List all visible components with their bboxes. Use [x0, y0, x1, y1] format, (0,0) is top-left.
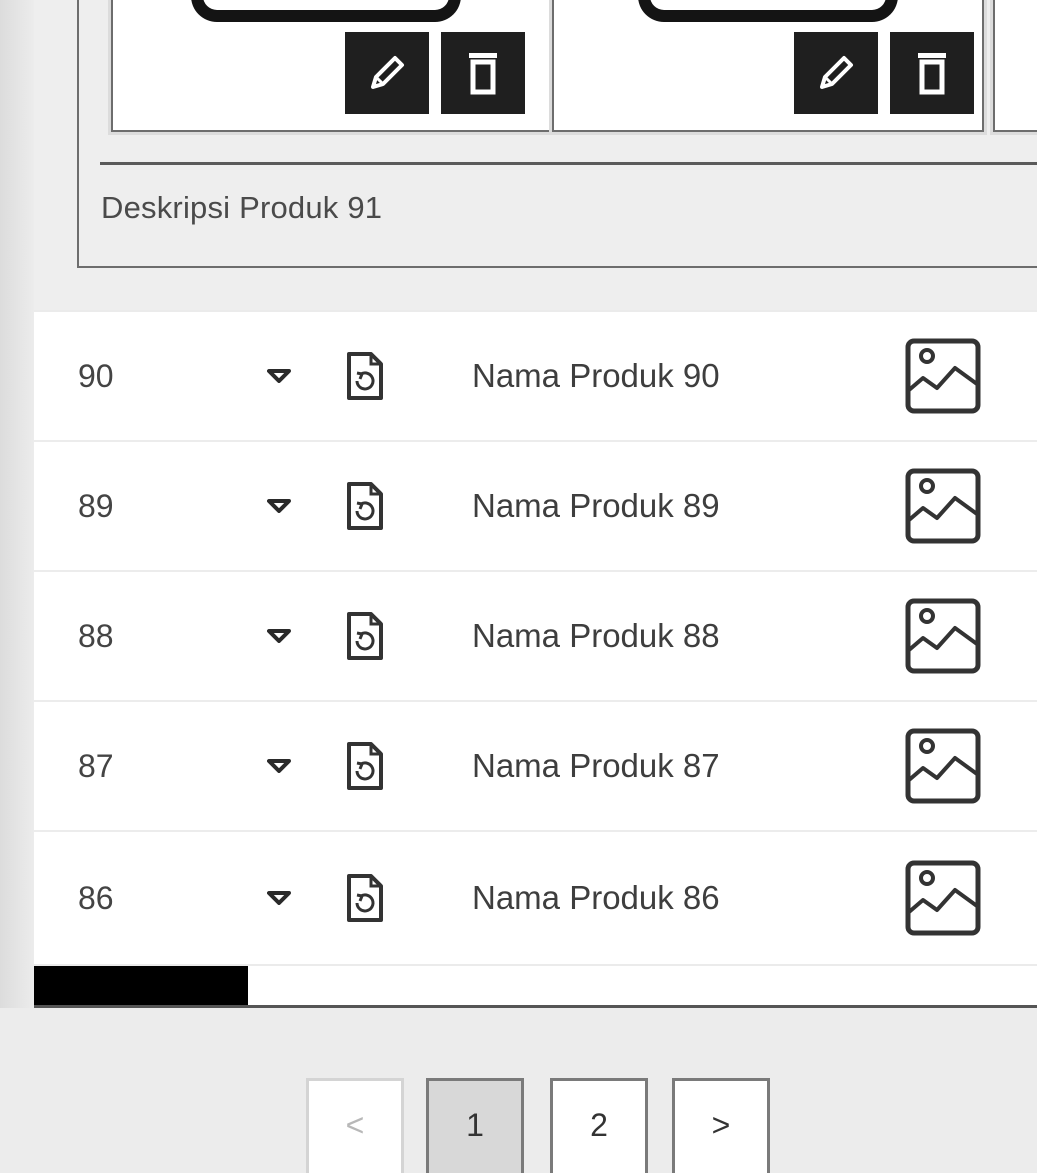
product-name: Nama Produk 86 [472, 879, 720, 916]
document-refresh-icon [347, 352, 383, 400]
pencil-icon [371, 56, 404, 89]
product-id: 89 [78, 487, 114, 524]
edit-image-button[interactable] [794, 32, 878, 114]
expand-row-button[interactable] [260, 572, 298, 700]
expand-row-button[interactable] [260, 832, 298, 964]
caret-down-icon [267, 891, 291, 905]
product-image-button[interactable] [904, 702, 982, 830]
edit-image-button[interactable] [345, 32, 429, 114]
expand-row-button[interactable] [260, 702, 298, 830]
product-detail-panel: Deskripsi Produk 91 [34, 0, 1037, 310]
document-refresh-icon [347, 482, 383, 530]
image-preview-shape [191, 0, 461, 22]
product-image-button[interactable] [904, 442, 982, 570]
product-name: Nama Produk 87 [472, 747, 720, 784]
table-row: 90 Nama Produk 90 [34, 312, 1037, 442]
table-row: 87 Nama Produk 87 [34, 702, 1037, 832]
expand-row-button[interactable] [260, 442, 298, 570]
image-icon [905, 598, 981, 674]
product-id: 86 [78, 879, 114, 916]
product-table: 90 Nama Produk 90 89 Nama Produk 89 88 N… [34, 312, 1037, 964]
scrollbar-thumb[interactable] [34, 966, 248, 1005]
previous-page-button[interactable]: < [306, 1078, 404, 1173]
pencil-icon [820, 56, 853, 89]
caret-down-icon [267, 369, 291, 383]
document-refresh-button[interactable] [340, 832, 390, 964]
expand-row-button[interactable] [260, 312, 298, 440]
product-image-thumbnail[interactable] [990, 0, 1037, 135]
product-id: 87 [78, 747, 114, 784]
image-icon [905, 468, 981, 544]
product-image-thumbnail[interactable] [108, 0, 576, 135]
delete-image-button[interactable] [441, 32, 525, 114]
trash-icon [918, 53, 946, 95]
product-name: Nama Produk 88 [472, 617, 720, 654]
image-icon [905, 338, 981, 414]
delete-image-button[interactable] [890, 32, 974, 114]
caret-down-icon [267, 759, 291, 773]
trash-icon [469, 53, 497, 95]
product-admin-page: Deskripsi Produk 91 90 Nama Produk 90 89 [0, 0, 1037, 1173]
document-refresh-button[interactable] [340, 572, 390, 700]
document-refresh-button[interactable] [340, 442, 390, 570]
document-refresh-icon [347, 874, 383, 922]
table-row: 88 Nama Produk 88 [34, 572, 1037, 702]
product-image-button[interactable] [904, 312, 982, 440]
product-id: 88 [78, 617, 114, 654]
left-gutter [0, 0, 34, 1173]
table-row: 86 Nama Produk 86 [34, 832, 1037, 964]
page-button-1[interactable]: 1 [426, 1078, 524, 1173]
page-button-2[interactable]: 2 [550, 1078, 648, 1173]
image-icon [905, 860, 981, 936]
product-name: Nama Produk 90 [472, 357, 720, 394]
table-row: 89 Nama Produk 89 [34, 442, 1037, 572]
detail-divider [100, 162, 1037, 165]
caret-down-icon [267, 499, 291, 513]
product-image-button[interactable] [904, 832, 982, 964]
product-image-button[interactable] [904, 572, 982, 700]
product-description: Deskripsi Produk 91 [101, 190, 383, 225]
horizontal-scrollbar[interactable] [34, 966, 1037, 1008]
product-name: Nama Produk 89 [472, 487, 720, 524]
product-id: 90 [78, 357, 114, 394]
document-refresh-icon [347, 742, 383, 790]
product-image-thumbnail[interactable] [549, 0, 987, 135]
document-refresh-button[interactable] [340, 312, 390, 440]
document-refresh-button[interactable] [340, 702, 390, 830]
pagination: < 1 2 > [0, 1008, 1037, 1173]
document-refresh-icon [347, 612, 383, 660]
image-preview-shape [638, 0, 898, 22]
next-page-button[interactable]: > [672, 1078, 770, 1173]
image-icon [905, 728, 981, 804]
caret-down-icon [267, 629, 291, 643]
